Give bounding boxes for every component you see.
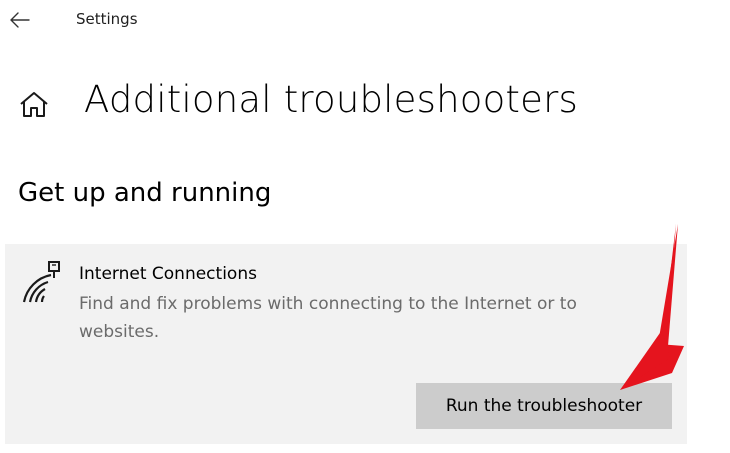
page-title: Additional troubleshooters: [84, 78, 578, 121]
troubleshooter-description: Find and fix problems with connecting to…: [79, 294, 577, 342]
internet-connections-icon: [22, 261, 60, 303]
troubleshooter-card-internet-connections[interactable]: Internet Connections Find and fix proble…: [5, 244, 687, 444]
title-bar: Settings: [0, 0, 730, 40]
troubleshooter-name: Internet Connections: [79, 264, 257, 284]
back-button[interactable]: [8, 8, 32, 32]
section-title: Get up and running: [18, 178, 272, 208]
red-pointer-arrow: [620, 224, 684, 390]
home-icon: [20, 92, 48, 117]
arrow-left-icon: [10, 12, 30, 28]
app-title: Settings: [76, 10, 138, 28]
settings-page: Settings Additional troubleshooters Get …: [0, 0, 730, 453]
